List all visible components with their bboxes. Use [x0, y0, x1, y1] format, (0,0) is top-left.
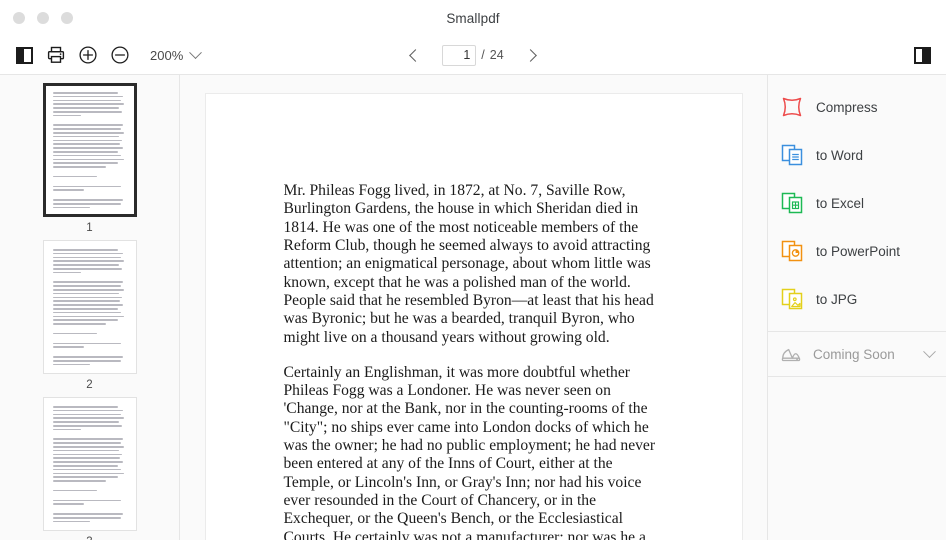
document-viewer[interactable]: Mr. Phileas Fogg lived, in 1872, at No. …	[180, 75, 767, 540]
tools-list: Compress to Word to Excel to PowerPoint …	[768, 75, 946, 323]
thumbnail-preview	[42, 240, 137, 374]
compress-icon	[782, 97, 802, 117]
thumbnail-page-3[interactable]: 3	[0, 397, 179, 540]
tool-item-to-powerpoint[interactable]: to PowerPoint	[768, 227, 946, 275]
chevron-right-icon	[524, 48, 538, 62]
to-excel-icon	[781, 192, 803, 214]
tool-item-to-excel[interactable]: to Excel	[768, 179, 946, 227]
tool-label: to PowerPoint	[816, 243, 901, 259]
document-paragraph: Mr. Phileas Fogg lived, in 1872, at No. …	[283, 182, 654, 346]
to-powerpoint-icon	[781, 240, 803, 262]
panel-left-icon	[15, 46, 33, 64]
toolbar-right-group	[906, 40, 946, 70]
thumbnail-page-2[interactable]: 2	[0, 240, 179, 391]
thumbnail-page-label: 2	[86, 379, 93, 391]
chevron-down-icon	[189, 45, 203, 59]
sidebar-toggle-button[interactable]	[8, 40, 40, 70]
right-panel-toggle-button[interactable]	[906, 40, 938, 70]
chevron-left-icon	[408, 48, 422, 62]
thumbnail-page-label: 3	[86, 536, 92, 540]
tool-item-compress[interactable]: Compress	[768, 83, 946, 131]
tool-item-to-word[interactable]: to Word	[768, 131, 946, 179]
total-pages-label: 24	[489, 48, 504, 62]
tool-item-to-jpg[interactable]: to JPG	[768, 275, 946, 323]
zoom-in-icon	[79, 46, 97, 64]
toolbar-left-group: 200%	[0, 40, 203, 70]
zoom-in-button[interactable]	[72, 40, 104, 70]
page-number-input[interactable]	[442, 44, 477, 66]
page-indicator: / 24	[442, 44, 504, 66]
maximize-button[interactable]	[61, 12, 73, 24]
tool-label: to Excel	[816, 195, 865, 211]
coming-soon-label: Coming Soon	[813, 346, 895, 362]
tool-label: Compress	[816, 99, 878, 115]
thumbnail-page-1[interactable]: 1	[0, 83, 179, 234]
next-page-button[interactable]	[518, 42, 544, 68]
tools-panel: Compress to Word to Excel to PowerPoint …	[767, 75, 946, 540]
to-word-icon	[781, 144, 803, 166]
thumbnail-sidebar[interactable]: 1 2	[0, 75, 180, 540]
zoom-out-icon	[111, 46, 129, 64]
page-separator: /	[481, 48, 485, 62]
main-body: 1 2 Mr. Phileas Fogg lived, in 1872, at …	[0, 75, 946, 540]
document-paragraph: Certainly an Englishman, it was more dou…	[283, 363, 656, 540]
toolbar: 200% / 24	[0, 36, 946, 75]
tool-label: to JPG	[816, 291, 858, 307]
zoom-level-dropdown[interactable]: 200%	[150, 45, 203, 63]
zoom-out-button[interactable]	[104, 40, 136, 70]
chevron-down-icon[interactable]	[923, 344, 936, 358]
window-controls	[0, 12, 73, 24]
print-button[interactable]	[40, 40, 72, 70]
close-button[interactable]	[13, 12, 25, 24]
printer-icon	[47, 46, 65, 63]
panel-right-icon	[913, 46, 931, 64]
smallpdf-window: Smallpdf 200% 1 / 24 1 2 Mr. Phileas Fog…	[0, 0, 946, 540]
to-jpg-icon	[781, 288, 803, 310]
tool-label: to Word	[816, 147, 864, 163]
title-bar: Smallpdf	[0, 0, 946, 36]
previous-page-button[interactable]	[402, 42, 428, 68]
document-page: Mr. Phileas Fogg lived, in 1872, at No. …	[204, 93, 743, 540]
thumbnail-page-label: 1	[86, 222, 93, 234]
minimize-button[interactable]	[37, 12, 49, 24]
zoom-level-value: 200%	[150, 47, 184, 63]
coming-soon-section[interactable]: Coming Soon	[768, 331, 946, 377]
tools-icon	[781, 348, 801, 362]
thumbnail-preview	[42, 83, 137, 217]
window-title: Smallpdf	[446, 10, 500, 26]
thumbnail-preview	[42, 397, 137, 531]
